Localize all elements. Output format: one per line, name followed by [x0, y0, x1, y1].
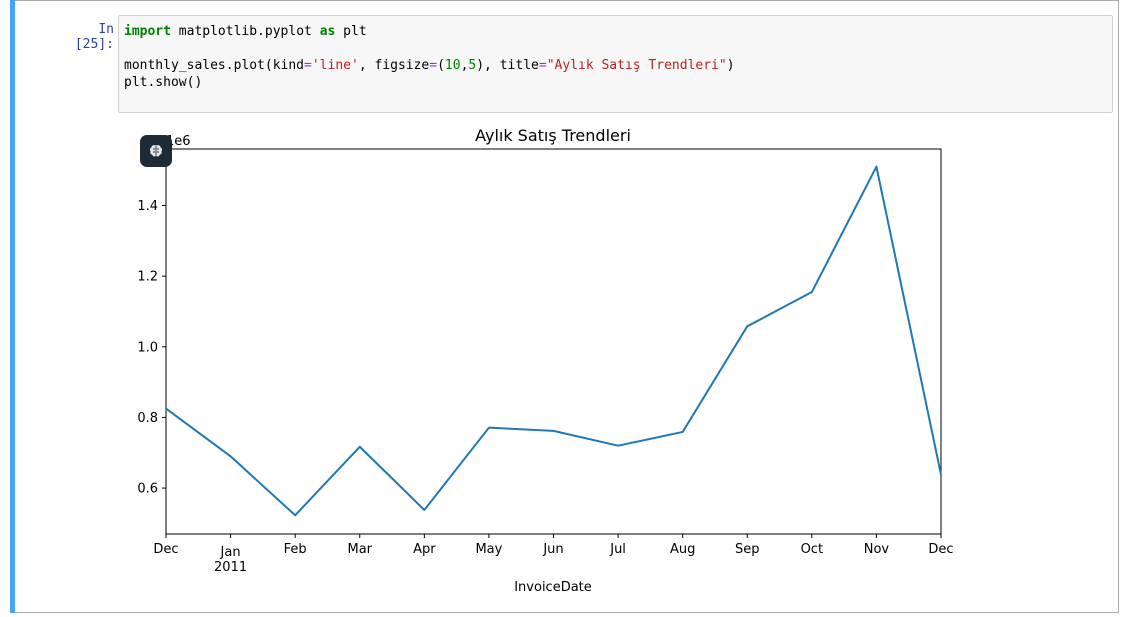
cell-selection-bar — [10, 0, 15, 613]
plot-output: Aylık Satış Trendleri 1e6 0.6 0.8 1.0 1.2 1.… — [118, 120, 968, 600]
line-chart: Aylık Satış Trendleri 1e6 0.60.81.01.21.… — [137, 126, 954, 595]
code-line: monthly_sales.plot(kind='line', figsize=… — [124, 57, 735, 74]
x-year-label: 2011 — [214, 560, 247, 575]
y-tick-label: 1.2 — [137, 270, 158, 285]
code-token: = — [538, 58, 547, 73]
code-line: import matplotlib.pyplot as plt — [124, 23, 735, 40]
code-token: monthly_sales.plot(kind — [124, 58, 305, 73]
code-token: , figsize — [358, 58, 430, 73]
code-token: matplotlib.pyplot — [170, 24, 320, 39]
x-tick-label: Dec — [153, 542, 178, 557]
code-token: 'line' — [311, 58, 359, 73]
y-axis: 0.6 0.8 1.0 1.2 1.4 — [137, 199, 166, 497]
code-token: as — [319, 24, 336, 39]
code-token: = — [429, 58, 438, 73]
x-tick-label: Sep — [735, 542, 760, 557]
code-token: ( — [437, 58, 445, 73]
ai-assistant-button[interactable] — [140, 135, 172, 167]
x-tick-label: Mar — [347, 542, 372, 557]
series-points — [165, 166, 942, 516]
code-token: plt — [335, 24, 367, 39]
input-prompt: In [25]: — [74, 22, 114, 52]
x-tick-label: Jan — [220, 545, 241, 560]
x-tick-label: Feb — [284, 542, 307, 557]
code-editor[interactable]: import matplotlib.pyplot as plt monthly_s… — [124, 23, 735, 91]
brain-icon — [149, 145, 163, 157]
axes-frame — [165, 148, 942, 535]
x-tick-label: Jun — [542, 542, 563, 557]
code-token: 10 — [444, 58, 461, 73]
code-token: "Aylık Satış Trendleri" — [546, 58, 727, 73]
y-tick-label: 1.0 — [137, 340, 158, 355]
code-line: plt.show() — [124, 74, 735, 91]
code-token: import — [124, 24, 171, 39]
y-tick-label: 1.4 — [137, 199, 158, 214]
y-tick-label: 0.8 — [137, 411, 158, 426]
x-axis: Dec Jan2011 Feb Mar Apr May Jun Jul Aug Sep Oct Nov… — [153, 534, 954, 575]
code-token: = — [304, 58, 312, 73]
x-tick-label: May — [475, 542, 502, 557]
x-tick-label: Jul — [609, 542, 626, 557]
x-tick-label: Aug — [670, 542, 695, 557]
x-tick-label: Apr — [413, 542, 436, 557]
code-token: plt.show() — [124, 75, 203, 90]
series-line — [165, 165, 942, 517]
code-input-area[interactable]: import matplotlib.pyplot as plt monthly_s… — [118, 15, 1113, 113]
y-tick-label: 0.6 — [137, 482, 158, 497]
x-tick-label: Nov — [864, 542, 890, 557]
x-tick-label: Dec — [928, 542, 953, 557]
x-axis-label: InvoiceDate — [514, 580, 592, 595]
code-token: ), title — [476, 58, 539, 73]
x-tick-label: Oct — [801, 542, 823, 557]
chart-title: Aylık Satış Trendleri — [475, 126, 631, 145]
code-token: ) — [726, 58, 735, 73]
